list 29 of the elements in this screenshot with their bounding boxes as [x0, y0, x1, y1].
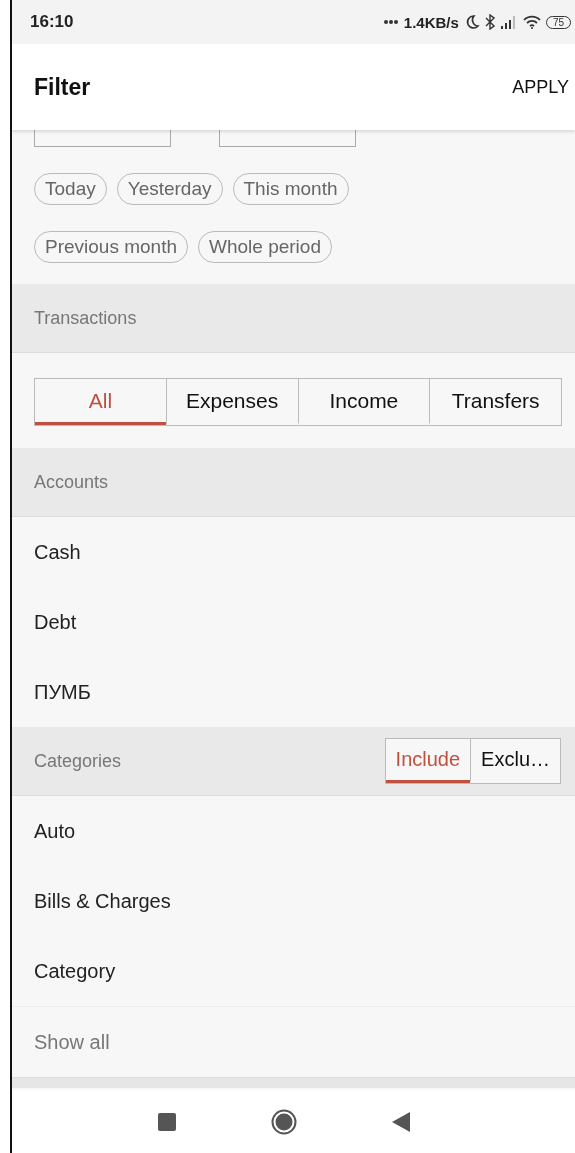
network-speed: 1.4KB/s — [403, 13, 459, 31]
more-dots-icon — [382, 19, 399, 25]
status-time: 16:10 — [30, 12, 74, 32]
bluetooth-icon — [484, 14, 495, 30]
period-chip[interactable]: This month — [232, 173, 349, 205]
category-item[interactable]: Auto — [12, 796, 575, 866]
date-field[interactable] — [219, 130, 356, 147]
period-chip[interactable]: Whole period — [198, 231, 332, 263]
mode-tab[interactable]: Include — [385, 739, 471, 783]
mode-tab[interactable]: Exclu… — [470, 739, 560, 783]
category-item[interactable]: Bills & Charges — [12, 866, 575, 936]
screen-title: Filter — [34, 73, 91, 101]
back-icon[interactable] — [391, 1111, 410, 1132]
section-title: Transactions — [34, 307, 137, 329]
date-field[interactable] — [34, 130, 171, 147]
wifi-icon — [522, 15, 541, 29]
period-chip[interactable]: Today — [34, 173, 107, 205]
account-item[interactable]: Debt — [12, 587, 575, 657]
account-item[interactable]: Cash — [12, 517, 575, 587]
recent-apps-icon[interactable] — [157, 1112, 176, 1131]
signal-icon — [499, 15, 518, 29]
section-title: Accounts — [34, 471, 109, 493]
category-item[interactable]: Category — [12, 936, 575, 1006]
apply-button[interactable]: APPLY — [508, 72, 573, 102]
home-icon[interactable] — [270, 1108, 297, 1135]
period-chip[interactable]: Yesterday — [116, 173, 223, 205]
period-chip[interactable]: Previous month — [34, 231, 188, 263]
account-item[interactable]: ПУМБ — [12, 657, 575, 727]
section-title: Categories — [34, 750, 122, 772]
